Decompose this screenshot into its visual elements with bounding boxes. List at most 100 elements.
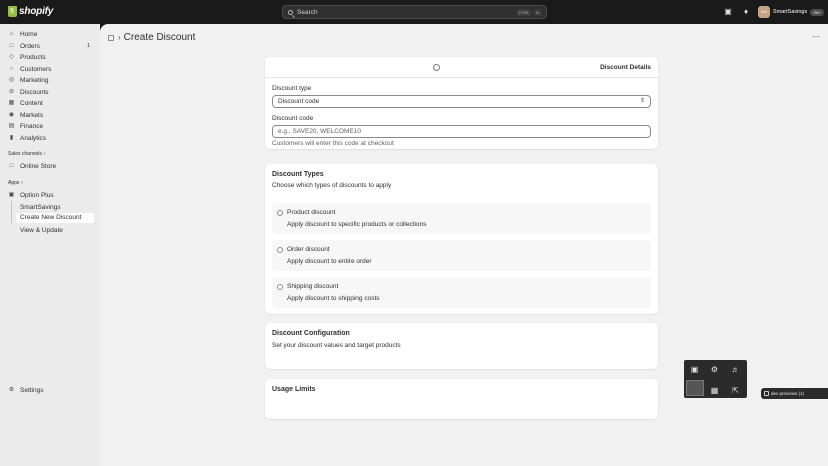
discount-code-input[interactable]: e.g., SAVE20, WELCOME10 [272,125,651,138]
sidebar-item-settings[interactable]: ⚙ Settings [4,385,94,396]
option-title: Product discount [287,209,336,216]
sidebar-item-label: Settings [20,387,44,394]
sidebar-item-discounts[interactable]: ⊘ Discounts [4,87,94,98]
orders-icon: □ [9,42,14,49]
sidebar-item-option-plus[interactable]: ▣ Option Plus [4,190,94,201]
usage-limits-title: Usage Limits [272,386,316,393]
sidebar-item-label: Marketing [20,77,49,84]
sidebar-item-view-update[interactable]: View & Update [20,227,63,234]
discount-code-placeholder: e.g., SAVE20, WELCOME10 [278,128,361,135]
sidebar-item-label: Orders [20,42,40,50]
chevron-right-icon: › [43,151,46,157]
chart-icon: ▮ [9,134,14,141]
tag-icon: ◇ [9,54,14,60]
sidebar-item-markets[interactable]: ◉ Markets [4,110,94,121]
sidebar-item-content[interactable]: ▦ Content [4,98,94,109]
sidebar-item-label: Option Plus [20,192,54,199]
sidebar-item-finance[interactable]: ▤ Finance [4,121,94,132]
target-icon: ◎ [8,77,15,83]
usage-limits-card: Usage Limits [265,379,658,419]
sales-channels-label: Sales channels [8,151,42,157]
option-title: Order discount [287,246,330,253]
more-actions-button[interactable]: ⋯ [812,32,820,41]
page-header: › Create Discount [108,32,195,43]
sidebar-item-smartsavings[interactable]: SmartSavings [20,204,60,211]
apps-label: Apps [8,180,20,186]
option-title: Shipping discount [287,283,339,290]
sidebar-item-label: Products [20,54,46,61]
discount-type-value: Discount code [278,98,320,105]
gear-icon: ⚙ [8,387,15,393]
discount-code-label: Discount code [272,115,314,122]
discount-code-help: Customers will enter this code at checko… [272,140,394,147]
picture-in-picture-icon[interactable]: ▣ [690,365,699,374]
chevron-right-icon: › [118,33,121,42]
discount-details-card: Discount Details Discount type Discount … [265,57,658,149]
sidebar-item-online-store[interactable]: □ Online Store [4,161,94,172]
volume-icon[interactable]: ♬ [731,365,740,374]
sidebar-item-marketing[interactable]: ◎ Marketing [4,75,94,86]
store-tag: dev [810,8,824,16]
kbd-k: K [534,9,541,16]
main-content: › Create Discount ⋯ Discount Details Dis… [100,24,828,466]
discount-configuration-title: Discount Configuration [272,330,350,337]
discount-configuration-subtitle: Set your discount values and target prod… [272,342,401,349]
radio[interactable] [277,284,283,290]
discount-types-subtitle: Choose which types of discounts to apply [272,182,392,189]
sidebar-item-label: Finance [20,123,44,130]
home-icon: ⌂ [9,31,14,37]
divider [265,77,658,78]
expand-icon[interactable]: ⇱ [731,386,740,395]
store-menu[interactable]: Sm SmartSavings dev [758,6,824,18]
sales-channels-heading[interactable]: Sales channels › [8,151,46,157]
bell-icon[interactable]: ♦ [742,8,750,16]
store-name: SmartSavings [773,9,808,15]
dev-previews-label: dev previews (1) [771,391,805,396]
radio[interactable] [277,247,283,253]
preview-icon [764,391,769,396]
discount-type-select[interactable]: Discount code ⇕ [272,95,651,108]
discount-type-label: Discount type [272,85,312,92]
search-placeholder: Search [297,8,318,16]
settings-icon[interactable]: ⚙ [710,365,719,374]
option-order-discount[interactable]: Order discount Apply discount to entire … [272,240,651,271]
sidebar-item-label: Customers [20,65,52,73]
sidebar-item-label: Home [20,31,38,38]
shopify-logo[interactable]: shopify [8,6,53,17]
sidekick-icon[interactable]: ▣ [724,8,732,16]
sidebar-item-customers[interactable]: ○ Customers [4,64,94,75]
option-product-discount[interactable]: Product discount Apply discount to speci… [272,203,651,234]
sidebar-item-analytics[interactable]: ▮ Analytics [4,133,94,144]
discount-configuration-card: Discount Configuration Set your discount… [265,323,658,369]
option-shipping-discount[interactable]: Shipping discount Apply discount to ship… [272,277,651,308]
app-icon: ▣ [8,192,15,198]
app-frame-icon [108,34,114,41]
tree-line [11,201,12,223]
logo-text: shopify [19,6,54,17]
caption-icon[interactable]: ▦ [710,386,719,395]
search-icon [288,9,293,15]
sidebar-item-home[interactable]: ⌂ Home [4,29,94,40]
discount-types-card: Discount Types Choose which types of dis… [265,164,658,314]
globe-icon: ◉ [8,111,15,118]
sidebar-item-label: Markets [20,111,44,119]
kbd-ctrl: CTRL [516,9,531,16]
chevron-right-icon: › [21,180,24,186]
store-icon: □ [9,162,14,169]
sidebar-item-orders[interactable]: □ Orders 1 [4,41,94,52]
sidebar: ⌂ Home □ Orders 1 ◇ Products ○ Customers… [0,24,100,466]
media-overlay-panel: ▣ ⚙ ♬ ▦ ⇱ [684,360,747,398]
dev-previews-pill[interactable]: dev previews (1) [761,388,828,399]
sidebar-item-label: Content [20,100,43,107]
search-input[interactable]: Search CTRL K [282,5,547,19]
sidebar-item-create-new-discount[interactable]: Create New Discount [16,213,94,223]
option-desc: Apply discount to entire order [287,258,372,265]
sidebar-item-products[interactable]: ◇ Products [4,52,94,63]
discount-details-heading: Discount Details [600,64,651,71]
apps-heading[interactable]: Apps › [8,180,23,186]
video-thumbnail[interactable] [686,380,704,396]
sidebar-item-label: Analytics [20,134,47,142]
bank-icon: ▤ [8,123,15,129]
sidebar-item-label: Online Store [20,162,57,170]
radio[interactable] [277,210,283,216]
